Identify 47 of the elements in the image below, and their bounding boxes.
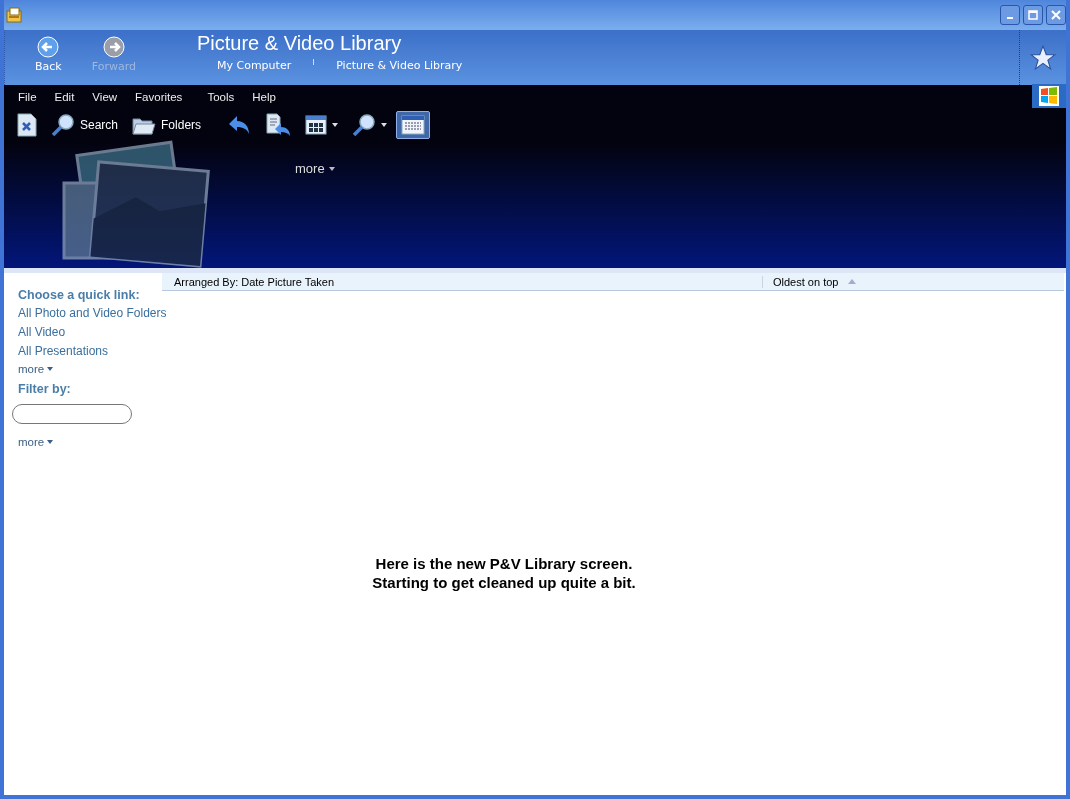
folders-button[interactable]: Folders [127, 110, 207, 140]
view-grid-icon [305, 115, 328, 135]
close-icon [1051, 10, 1061, 20]
toolbar-button[interactable] [396, 111, 431, 139]
search-icon [352, 113, 377, 137]
search-button[interactable]: Search [46, 109, 124, 141]
filter-field[interactable] [12, 404, 132, 424]
dropdown-caret-icon [381, 123, 388, 127]
caret-icon [328, 166, 335, 171]
arranged-by-label[interactable]: Arranged By: Date Picture Taken [162, 275, 763, 288]
app-icon [6, 7, 22, 23]
caret-icon [47, 367, 54, 371]
message-text: Here is the new P&V Library screen. Starting to get cleaned up quite a bit. [372, 554, 636, 592]
minimize-icon [1007, 17, 1013, 19]
menu-item[interactable]: Favorites [135, 90, 208, 103]
menu-item[interactable]: Edit [54, 90, 93, 103]
more-dropdown[interactable]: more [18, 363, 54, 375]
window-title: Picture & Video Library [197, 32, 403, 55]
back-button[interactable]: Back [29, 36, 68, 85]
menu-item[interactable]: File [18, 90, 55, 103]
undo-arrow-icon [227, 114, 252, 136]
more-dropdown[interactable]: more [289, 160, 341, 177]
star-icon[interactable] [1030, 44, 1056, 71]
copy-document-icon [265, 113, 292, 137]
sort-order-button[interactable]: Oldest on top [763, 275, 857, 288]
breadcrumb-link[interactable]: My Computer [217, 59, 292, 72]
windows-flag-icon [1032, 84, 1066, 108]
menu-item[interactable]: Tools [207, 90, 253, 103]
maximize-button[interactable] [1023, 5, 1043, 25]
search-icon [51, 113, 75, 137]
calendar-icon [401, 115, 426, 135]
close-button[interactable] [1046, 5, 1066, 25]
quick-link[interactable]: All Video [18, 325, 66, 339]
breadcrumb-link[interactable]: Picture & Video Library [336, 59, 463, 72]
document-delete-icon [17, 113, 37, 137]
dropdown-caret-icon [332, 123, 339, 127]
sort-up-icon [848, 279, 857, 284]
quick-link[interactable]: All Photo and Video Folders [18, 306, 167, 320]
caret-icon [47, 440, 54, 444]
menu-item[interactable]: Help [252, 90, 294, 103]
filter-heading: Filter by: [18, 382, 71, 396]
quick-link-heading: Choose a quick link: [18, 288, 140, 302]
maximize-icon [1028, 10, 1038, 20]
minimize-button[interactable] [1000, 5, 1020, 25]
more-dropdown[interactable]: more [18, 436, 54, 448]
menu-item[interactable]: View [92, 90, 136, 103]
quick-link[interactable]: All Presentations [18, 344, 109, 358]
